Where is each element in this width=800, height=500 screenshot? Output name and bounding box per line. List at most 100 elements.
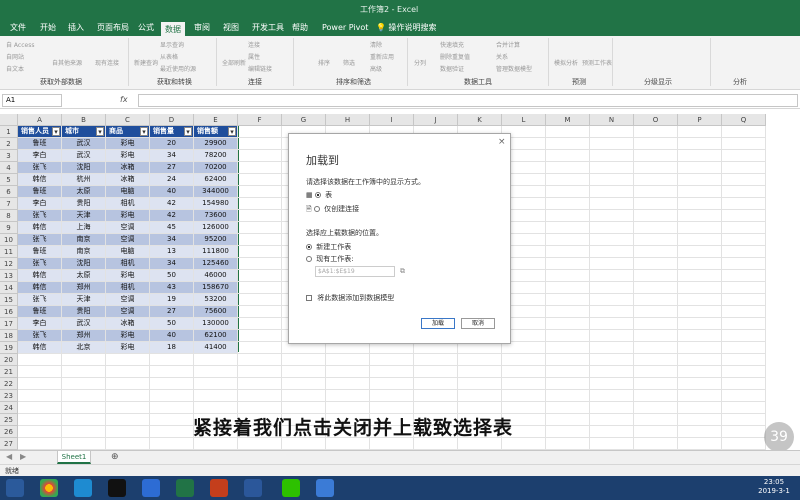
table-cell[interactable]: 34 bbox=[150, 150, 194, 162]
tab-power-pivot[interactable]: Power Pivot bbox=[318, 22, 372, 36]
column-header[interactable]: M bbox=[546, 114, 590, 126]
table-cell[interactable]: 126000 bbox=[194, 222, 238, 234]
grid-cell[interactable] bbox=[678, 318, 722, 330]
table-cell[interactable]: 北京 bbox=[62, 342, 106, 354]
table-cell[interactable]: 13 bbox=[150, 246, 194, 258]
grid-cell[interactable] bbox=[18, 402, 62, 414]
grid-cell[interactable] bbox=[722, 366, 766, 378]
table-cell[interactable]: 彩电 bbox=[106, 210, 150, 222]
table-cell[interactable]: 45 bbox=[150, 222, 194, 234]
grid-cell[interactable] bbox=[678, 282, 722, 294]
from-web-button[interactable]: 自网站 bbox=[6, 52, 24, 61]
grid-cell[interactable] bbox=[62, 390, 106, 402]
refresh-all-button[interactable]: 全部刷新 bbox=[222, 58, 246, 67]
grid-cell[interactable] bbox=[150, 378, 194, 390]
table-cell[interactable]: 电脑 bbox=[106, 246, 150, 258]
grid-cell[interactable] bbox=[722, 150, 766, 162]
text-to-columns-button[interactable]: 分列 bbox=[414, 58, 426, 67]
table-cell[interactable]: 冰箱 bbox=[106, 162, 150, 174]
grid-cell[interactable] bbox=[546, 258, 590, 270]
grid-cell[interactable] bbox=[62, 402, 106, 414]
existing-sheet-radio[interactable] bbox=[306, 256, 312, 262]
table-cell[interactable]: 42 bbox=[150, 210, 194, 222]
grid-cell[interactable] bbox=[106, 438, 150, 450]
grid-cell[interactable] bbox=[414, 378, 458, 390]
grid-cell[interactable] bbox=[414, 354, 458, 366]
table-cell[interactable]: 43 bbox=[150, 282, 194, 294]
option-table[interactable]: ▦ 表 bbox=[306, 190, 332, 200]
grid-cell[interactable] bbox=[150, 426, 194, 438]
table-cell[interactable]: 鲁班 bbox=[18, 246, 62, 258]
grid-cell[interactable] bbox=[238, 150, 282, 162]
grid-cell[interactable] bbox=[414, 390, 458, 402]
from-text-button[interactable]: 自文本 bbox=[6, 64, 24, 73]
table-cell[interactable]: 空调 bbox=[106, 294, 150, 306]
row-header[interactable]: 12 bbox=[0, 258, 18, 270]
column-header[interactable]: K bbox=[458, 114, 502, 126]
grid-cell[interactable] bbox=[678, 366, 722, 378]
table-cell[interactable]: 张飞 bbox=[18, 162, 62, 174]
grid-cell[interactable] bbox=[590, 210, 634, 222]
grid-cell[interactable] bbox=[634, 426, 678, 438]
grid-cell[interactable] bbox=[18, 366, 62, 378]
grid-cell[interactable] bbox=[546, 366, 590, 378]
grid-cell[interactable] bbox=[326, 390, 370, 402]
table-cell[interactable]: 彩电 bbox=[106, 138, 150, 150]
table-cell[interactable]: 彩电 bbox=[106, 270, 150, 282]
table-cell[interactable]: 34 bbox=[150, 234, 194, 246]
column-header[interactable]: N bbox=[590, 114, 634, 126]
grid-cell[interactable] bbox=[590, 126, 634, 138]
filter-dropdown-icon[interactable]: ▾ bbox=[52, 127, 60, 136]
cancel-button[interactable]: 取消 bbox=[461, 318, 495, 329]
grid-cell[interactable] bbox=[546, 390, 590, 402]
table-cell[interactable]: 韩信 bbox=[18, 174, 62, 186]
row-header[interactable]: 11 bbox=[0, 246, 18, 258]
table-cell[interactable]: 张飞 bbox=[18, 210, 62, 222]
grid-cell[interactable] bbox=[370, 378, 414, 390]
table-cell[interactable]: 韩信 bbox=[18, 222, 62, 234]
grid-cell[interactable] bbox=[590, 366, 634, 378]
grid-cell[interactable] bbox=[678, 414, 722, 426]
table-cell[interactable]: 李白 bbox=[18, 318, 62, 330]
grid-cell[interactable] bbox=[18, 354, 62, 366]
table-cell[interactable]: 李白 bbox=[18, 150, 62, 162]
grid-cell[interactable] bbox=[722, 318, 766, 330]
grid-cell[interactable] bbox=[546, 306, 590, 318]
load-button[interactable]: 加载 bbox=[421, 318, 455, 329]
grid-cell[interactable] bbox=[590, 426, 634, 438]
grid-cell[interactable] bbox=[150, 390, 194, 402]
grid-cell[interactable] bbox=[634, 162, 678, 174]
clear-button[interactable]: 清除 bbox=[370, 40, 382, 49]
filter-dropdown-icon[interactable]: ▾ bbox=[96, 127, 104, 136]
grid-cell[interactable] bbox=[678, 438, 722, 450]
grid-cell[interactable] bbox=[634, 378, 678, 390]
grid-cell[interactable] bbox=[634, 222, 678, 234]
table-cell[interactable]: 冰箱 bbox=[106, 174, 150, 186]
grid-cell[interactable] bbox=[546, 354, 590, 366]
video-icon[interactable] bbox=[142, 479, 160, 497]
row-header[interactable]: 27 bbox=[0, 438, 18, 450]
connections-button[interactable]: 连接 bbox=[248, 40, 260, 49]
row-header[interactable]: 24 bbox=[0, 402, 18, 414]
column-header[interactable]: O bbox=[634, 114, 678, 126]
security-icon[interactable] bbox=[316, 479, 334, 497]
table-cell[interactable]: 沈阳 bbox=[62, 162, 106, 174]
grid-cell[interactable] bbox=[634, 402, 678, 414]
grid-cell[interactable] bbox=[678, 210, 722, 222]
grid-cell[interactable] bbox=[634, 414, 678, 426]
grid-cell[interactable] bbox=[546, 186, 590, 198]
tab-data[interactable]: 数据 bbox=[161, 22, 185, 36]
row-header[interactable]: 6 bbox=[0, 186, 18, 198]
row-header[interactable]: 26 bbox=[0, 426, 18, 438]
grid-cell[interactable] bbox=[194, 354, 238, 366]
table-cell[interactable]: 韩信 bbox=[18, 282, 62, 294]
grid-cell[interactable] bbox=[546, 162, 590, 174]
table-cell[interactable]: 彩电 bbox=[106, 150, 150, 162]
row-header[interactable]: 7 bbox=[0, 198, 18, 210]
table-radio[interactable] bbox=[314, 192, 321, 198]
grid-cell[interactable] bbox=[370, 354, 414, 366]
grid-cell[interactable] bbox=[590, 222, 634, 234]
grid-cell[interactable] bbox=[546, 222, 590, 234]
grid-cell[interactable] bbox=[546, 342, 590, 354]
column-header[interactable]: J bbox=[414, 114, 458, 126]
